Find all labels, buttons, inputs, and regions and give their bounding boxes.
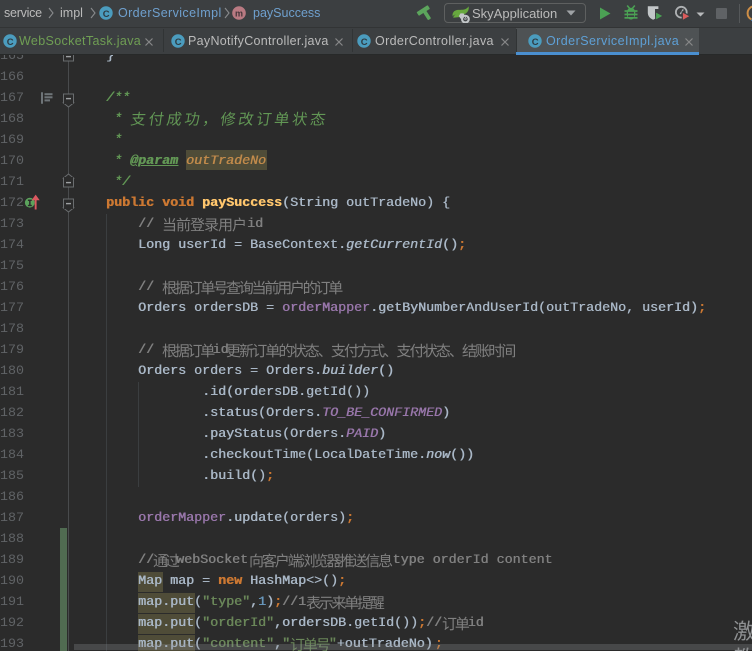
svg-text:C: C: [175, 37, 182, 48]
svg-text:C: C: [7, 37, 14, 48]
svg-text:m: m: [234, 8, 242, 18]
svg-text:C: C: [103, 9, 110, 20]
svg-text:C: C: [361, 37, 368, 48]
svg-text:C: C: [532, 37, 539, 48]
